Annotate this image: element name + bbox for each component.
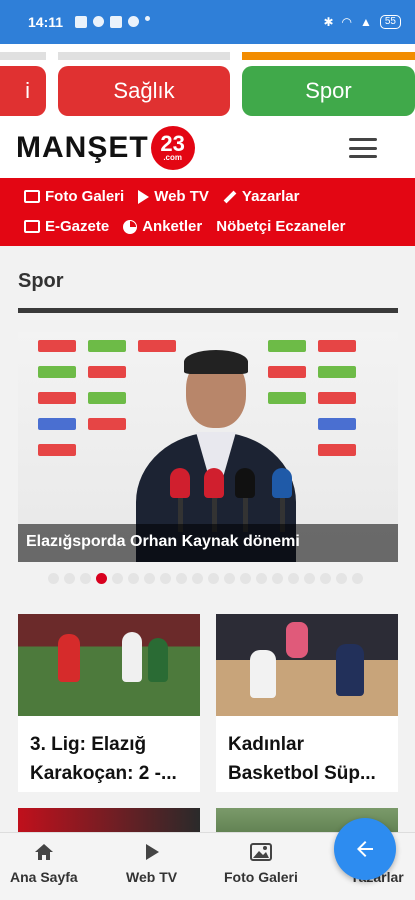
slider-dot[interactable]	[64, 573, 75, 584]
signal-icon: ▲	[359, 15, 372, 29]
site-logo[interactable]: MANŞET 23 .com	[16, 126, 195, 170]
slider-dot[interactable]	[192, 573, 203, 584]
slider-dot[interactable]	[176, 573, 187, 584]
logo-badge: 23 .com	[150, 126, 195, 170]
card-image	[18, 614, 200, 716]
microphone-icon	[235, 468, 255, 498]
slider-dot[interactable]	[112, 573, 123, 584]
notification-dot-icon	[145, 16, 151, 21]
slider-dot[interactable]	[272, 573, 283, 584]
nav-row-1: Foto Galeri Web TV Yazarlar	[24, 188, 299, 205]
home-icon	[34, 841, 54, 863]
section-title: Spor	[18, 270, 64, 292]
play-icon	[144, 841, 160, 863]
status-time: 14:11	[28, 14, 64, 30]
category-button-saglik[interactable]: Sağlık	[58, 66, 230, 116]
pencil-icon	[223, 190, 237, 203]
slider-dot[interactable]	[224, 573, 235, 584]
slider-dot[interactable]	[160, 573, 171, 584]
slider-dot[interactable]	[352, 573, 363, 584]
logo-text: MANŞET	[16, 131, 149, 164]
nav-e-gazete[interactable]: E-Gazete	[24, 218, 109, 235]
microphone-icon	[204, 468, 224, 498]
slider-dot[interactable]	[96, 573, 107, 584]
category-button-spor[interactable]: Spor	[242, 66, 415, 116]
slider-pagination	[48, 573, 363, 584]
arrow-left-icon	[357, 841, 373, 857]
progress-bar	[0, 52, 46, 60]
news-card[interactable]: Kadınlar Basketbol Süp...	[216, 614, 398, 792]
nav-anketler[interactable]: Anketler	[123, 218, 202, 235]
slider-dot[interactable]	[208, 573, 219, 584]
bottom-nav-ana-sayfa[interactable]: Ana Sayfa	[10, 841, 78, 885]
slider-dot[interactable]	[304, 573, 315, 584]
section-divider	[18, 308, 398, 313]
bluetooth-icon: ✱	[323, 15, 334, 29]
slider-dot[interactable]	[256, 573, 267, 584]
nav-foto-galeri[interactable]: Foto Galeri	[24, 188, 124, 205]
newspaper-icon	[24, 220, 40, 233]
nav-web-tv[interactable]: Web TV	[138, 188, 209, 205]
hero-slide[interactable]: Elazığsporda Orhan Kaynak dönemi	[18, 332, 398, 562]
slider-dot[interactable]	[336, 573, 347, 584]
slider-dot[interactable]	[80, 573, 91, 584]
card-title: Kadınlar Basketbol Süp...	[228, 734, 376, 784]
image-icon	[249, 841, 272, 863]
slider-dot[interactable]	[48, 573, 59, 584]
notification-icon	[93, 16, 105, 27]
progress-bar	[58, 52, 230, 60]
slider-dot[interactable]	[240, 573, 251, 584]
main-nav: Foto Galeri Web TV Yazarlar E-Gazete Ank…	[0, 178, 415, 246]
progress-bar	[242, 52, 415, 60]
system-icons: ✱ ◠ ▲ 55	[323, 15, 401, 29]
slider-dot[interactable]	[320, 573, 331, 584]
play-icon	[138, 189, 150, 204]
notification-icon	[128, 16, 140, 27]
battery-icon: 55	[379, 15, 401, 29]
back-arrow-button[interactable]	[334, 818, 396, 880]
slider-dot[interactable]	[128, 573, 139, 584]
news-card[interactable]: 3. Lig: Elazığ Karakoçan: 2 -...	[18, 614, 200, 792]
bottom-nav-foto-galeri[interactable]: Foto Galeri	[224, 841, 298, 885]
status-bar: 14:11 ✱ ◠ ▲ 55	[0, 0, 415, 44]
notification-icons	[75, 16, 151, 28]
site-header: MANŞET 23 .com	[0, 120, 415, 178]
nav-nobetci-eczaneler[interactable]: Nöbetçi Eczaneler	[216, 218, 345, 235]
bottom-nav-web-tv[interactable]: Web TV	[126, 841, 177, 885]
hero-caption: Elazığsporda Orhan Kaynak dönemi	[18, 524, 398, 562]
nav-yazarlar[interactable]: Yazarlar	[223, 188, 299, 205]
notification-icon	[75, 16, 88, 28]
notification-icon	[110, 16, 123, 28]
pie-chart-icon	[123, 219, 138, 234]
slider-dot[interactable]	[288, 573, 299, 584]
nav-row-2: E-Gazete Anketler Nöbetçi Eczaneler	[24, 218, 345, 235]
slider-dot[interactable]	[144, 573, 155, 584]
wifi-icon: ◠	[341, 15, 352, 29]
menu-icon[interactable]	[349, 138, 377, 158]
category-button-partial[interactable]: i	[0, 66, 46, 116]
card-image	[216, 614, 398, 716]
image-icon	[24, 190, 40, 203]
category-strip: i Sağlık Spor	[0, 44, 415, 120]
card-title: 3. Lig: Elazığ Karakoçan: 2 -...	[30, 734, 177, 784]
microphone-icon	[272, 468, 292, 498]
microphone-icon	[170, 468, 190, 498]
